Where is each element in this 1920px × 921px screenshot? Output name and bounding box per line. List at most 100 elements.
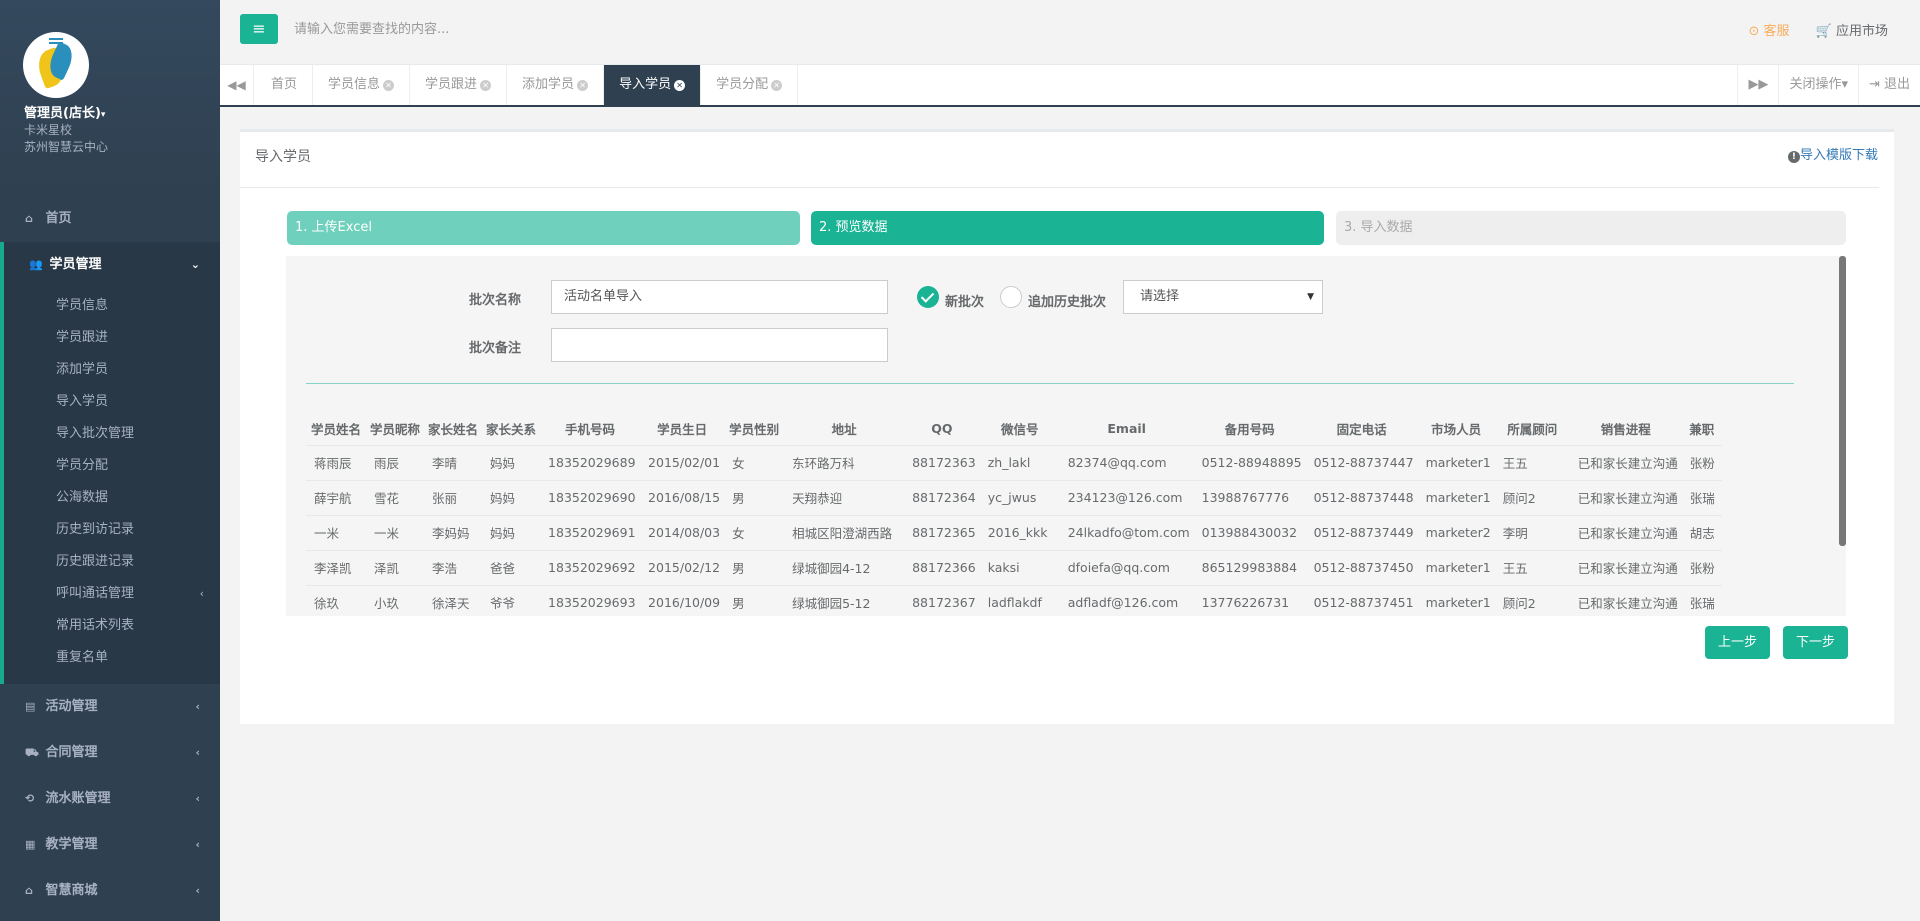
sidebar-item-import-batch[interactable]: 导入批次管理 bbox=[4, 418, 220, 450]
table-cell: 2014/08/03 bbox=[640, 515, 725, 551]
table-cell: 妈妈 bbox=[482, 480, 541, 516]
table-cell: 东环路万科 bbox=[784, 445, 905, 481]
table-cell: 18352029693 bbox=[540, 585, 641, 616]
sidebar-item-student-assign[interactable]: 学员分配 bbox=[4, 450, 220, 482]
sidebar-item-call-management[interactable]: 呼叫通话管理 ‹ bbox=[4, 578, 220, 610]
chevron-left-icon: ‹ bbox=[195, 884, 200, 897]
menu-toggle-button[interactable]: ≡ bbox=[240, 14, 278, 44]
table-cell: marketer1 bbox=[1417, 550, 1495, 586]
chevron-left-icon: ‹ bbox=[199, 587, 204, 600]
table-cell: 天翔恭迎 bbox=[784, 480, 905, 516]
tabs-forward-button[interactable]: ▶▶ bbox=[1737, 65, 1778, 105]
batch-name-field[interactable]: 活动名单导入 bbox=[551, 280, 888, 314]
tab-home[interactable]: 首页 bbox=[256, 65, 314, 105]
preview-table: 学员姓名 学员昵称 家长姓名 家长关系 手机号码 学员生日 学员性别 地址 QQ 微信号 Email… bbox=[306, 413, 1722, 616]
app-market-link[interactable]: 🛒 应用市场 bbox=[1816, 24, 1888, 39]
table-cell: 男 bbox=[724, 585, 785, 616]
sidebar-item-duplicates[interactable]: 重复名单 bbox=[4, 642, 220, 674]
table-cell: 0512-88737448 bbox=[1305, 480, 1418, 516]
avatar[interactable] bbox=[23, 32, 89, 98]
table-cell: 0512-88737447 bbox=[1305, 445, 1418, 481]
sidebar-item-home[interactable]: ⌂ 首页 bbox=[0, 196, 220, 242]
next-step-button[interactable]: 下一步 bbox=[1783, 626, 1848, 659]
sidebar-item-ledger[interactable]: ⟲ 流水账管理 ‹ bbox=[0, 776, 220, 822]
prev-step-button[interactable]: 上一步 bbox=[1705, 626, 1770, 659]
user-menu[interactable]: 管理员(店长)▾ bbox=[24, 102, 105, 121]
step-upload-excel[interactable]: 1. 上传Excel bbox=[287, 211, 800, 245]
close-operations-dropdown[interactable]: 关闭操作▾ bbox=[1778, 65, 1858, 105]
sidebar-item-visit-history[interactable]: 历史到访记录 bbox=[4, 514, 220, 546]
home-icon: ⌂ bbox=[25, 212, 33, 225]
table-header-row: 学员姓名 学员昵称 家长姓名 家长关系 手机号码 学员生日 学员性别 地址 QQ 微信号 Email… bbox=[306, 413, 1722, 446]
tab-student-followup[interactable]: 学员跟进 ✕ bbox=[410, 65, 508, 105]
sidebar-item-import-student[interactable]: 导入学员 bbox=[4, 386, 220, 418]
step-preview-data[interactable]: 2. 预览数据 bbox=[811, 211, 1324, 245]
close-icon[interactable]: ✕ bbox=[480, 80, 492, 91]
table-row[interactable]: 蒋雨辰 雨辰 李晴 妈妈 18352029689 2015/02/01 女东环路万科 8817… bbox=[306, 445, 1722, 481]
table-row[interactable]: 一米 一米 李妈妈 妈妈 18352029691 2014/08/03 女相城区阳澄湖西路 8… bbox=[306, 515, 1722, 551]
sidebar-item-student-info[interactable]: 学员信息 bbox=[4, 290, 220, 322]
new-batch-radio[interactable] bbox=[917, 286, 939, 308]
sidebar-item-activity[interactable]: ▤ 活动管理 ‹ bbox=[0, 684, 220, 730]
sidebar-item-student-management[interactable]: 👥 学员管理 ⌄ bbox=[0, 242, 220, 288]
vertical-scrollbar[interactable] bbox=[1839, 256, 1846, 546]
append-batch-radio[interactable] bbox=[1000, 286, 1022, 308]
table-cell: 18352029692 bbox=[540, 550, 641, 586]
table-cell: 李明 bbox=[1494, 515, 1570, 551]
sidebar-item-mall[interactable]: ⌂ 智慧商城 ‹ bbox=[0, 868, 220, 914]
step-import-data: 3. 导入数据 bbox=[1336, 211, 1846, 245]
close-icon[interactable]: ✕ bbox=[771, 80, 783, 91]
table-cell: 女 bbox=[724, 445, 785, 481]
sidebar-item-student-followup[interactable]: 学员跟进 bbox=[4, 322, 220, 354]
column-header: 兼职 bbox=[1681, 413, 1722, 446]
table-cell: 88172366 bbox=[904, 550, 980, 586]
sidebar: 管理员(店长)▾ 卡米星校 苏州智慧云中心 ⌂ 首页 👥 学员管理 ⌄ 学员信息… bbox=[0, 0, 220, 921]
table-cell: yc_jwus bbox=[979, 480, 1060, 516]
table-cell: 男 bbox=[724, 550, 785, 586]
table-cell: 胡志 bbox=[1681, 515, 1722, 551]
map-icon: ▤ bbox=[25, 700, 36, 713]
batch-note-field[interactable] bbox=[551, 328, 888, 362]
customer-service-link[interactable]: ⊙ 客服 bbox=[1749, 24, 1790, 39]
table-cell: 王五 bbox=[1494, 445, 1570, 481]
tabs-back-button[interactable]: ◀◀ bbox=[220, 65, 254, 105]
table-cell: 一米 bbox=[366, 515, 425, 551]
column-header: 学员姓名 bbox=[306, 413, 366, 446]
column-header: 微信号 bbox=[979, 413, 1060, 446]
table-cell: 0512-88737449 bbox=[1305, 515, 1418, 551]
logout-button[interactable]: ⇥ 退出 bbox=[1857, 65, 1920, 105]
sidebar-item-teaching[interactable]: ▦ 教学管理 ‹ bbox=[0, 822, 220, 868]
table-cell: 18352029691 bbox=[540, 515, 641, 551]
sidebar-item-scripts[interactable]: 常用话术列表 bbox=[4, 610, 220, 642]
table-cell: 妈妈 bbox=[482, 445, 541, 481]
template-download-link[interactable]: ! 导入模版下载 bbox=[1787, 146, 1878, 166]
table-cell: 绿城御园4-12 bbox=[784, 550, 905, 586]
table-cell: 88172365 bbox=[904, 515, 980, 551]
sidebar-item-public-pool[interactable]: 公海数据 bbox=[4, 482, 220, 514]
sidebar-item-add-student[interactable]: 添加学员 bbox=[4, 354, 220, 386]
cart-icon: ⛟ bbox=[25, 746, 39, 759]
top-navbar: ≡ ⊙ 客服 🛒 应用市场 bbox=[220, 0, 1920, 65]
tab-student-assign[interactable]: 学员分配 ✕ bbox=[701, 65, 799, 105]
table-cell: 已和家长建立沟通 bbox=[1569, 445, 1682, 481]
tab-student-info[interactable]: 学员信息 ✕ bbox=[313, 65, 411, 105]
table-cell: 已和家长建立沟通 bbox=[1569, 550, 1682, 586]
table-row[interactable]: 李泽凯 泽凯 李浩 爸爸 18352029692 2015/02/12 男绿城御园4-12 8… bbox=[306, 550, 1722, 586]
table-cell: marketer1 bbox=[1417, 585, 1495, 616]
table-row[interactable]: 徐玖 小玖 徐泽天 爷爷 18352029693 2016/10/09 男绿城御园5-12 8… bbox=[306, 585, 1722, 616]
table-cell: 一米 bbox=[306, 515, 366, 551]
history-batch-select[interactable]: 请选择 ▼ bbox=[1123, 280, 1323, 314]
table-row[interactable]: 薛宇航 雪花 张丽 妈妈 18352029690 2016/08/15 男天翔恭迎 88172… bbox=[306, 480, 1722, 516]
close-icon[interactable]: ✕ bbox=[577, 80, 589, 91]
tab-import-student[interactable]: 导入学员 ✕ bbox=[604, 65, 702, 105]
search-input[interactable] bbox=[282, 14, 682, 44]
table-cell: 234123@126.com bbox=[1059, 480, 1194, 516]
close-icon[interactable]: ✕ bbox=[383, 80, 395, 91]
sidebar-item-contract[interactable]: ⛟ 合同管理 ‹ bbox=[0, 730, 220, 776]
table-cell: 李浩 bbox=[424, 550, 483, 586]
tab-add-student[interactable]: 添加学员 ✕ bbox=[507, 65, 605, 105]
page-tabs: 首页 学员信息 ✕ 学员跟进 ✕ 添加学员 ✕ 导入学员 ✕ 学员分配 ✕ bbox=[256, 65, 799, 105]
close-icon[interactable]: ✕ bbox=[674, 80, 686, 91]
table-cell: 已和家长建立沟通 bbox=[1569, 515, 1682, 551]
sidebar-item-followup-history[interactable]: 历史跟进记录 bbox=[4, 546, 220, 578]
